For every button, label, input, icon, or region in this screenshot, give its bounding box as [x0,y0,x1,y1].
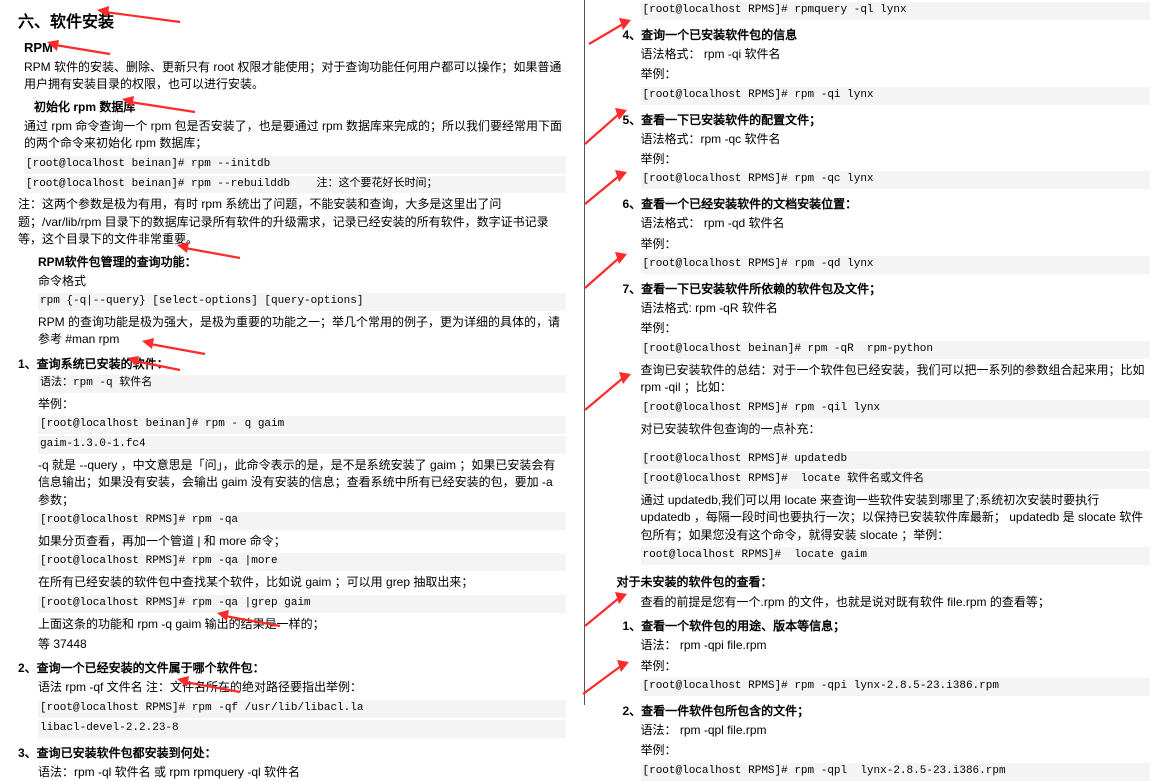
code-qc: [root@localhost RPMS]# rpm -qc lynx [641,171,1151,189]
item2-syntax: 语法 rpm -qf 文件名 注：文件名所在的绝对路径要指出举例： [38,679,566,696]
arrow-icon [579,108,629,148]
item1-syntax: 语法：rpm -q 软件名 [38,375,566,393]
arrow-icon [579,252,629,292]
item5-syntax: 语法格式：rpm -qc 软件名 [641,131,1151,148]
code-libacl: libacl-devel-2.2.23-8 [38,720,566,738]
item3-syntax: 语法：rpm -ql 软件名 或 rpm rpmquery -ql 软件名 [38,764,566,781]
item3-heading: 3、查询已安装软件包都安装到何处： [18,744,566,761]
unitem2-eg: 举例： [641,742,1151,759]
arrow-icon [577,660,631,698]
item5-heading: 5、查看一下已安装软件的配置文件； [623,111,1151,128]
item4-heading: 4、查询一个已安装软件包的信息 [623,26,1151,43]
item1-note2: 如果分页查看，再加一个管道 | 和 more 命令； [38,533,566,550]
item1-note: -q 就是 --query ，中文意思是「问」，此命令表示的是，是不是系统安装了… [38,457,566,509]
arrow-icon [579,170,629,208]
query-note: RPM 的查询功能是极为强大，是极为重要的功能之一；举几个常用的例子，更为详细的… [38,314,566,349]
page-columns: 六、软件安装 RPM RPM 软件的安装、删除、更新只有 root 权限才能使用… [0,0,1168,705]
arrow-icon [579,592,629,630]
init-db-heading: 初始化 rpm 数据库 [34,98,566,115]
code-initdb: [root@localhost beinan]# rpm --initdb [24,156,566,174]
unitem1-eg: 举例： [641,658,1151,675]
code-rpmquery-ql: [root@localhost RPMS]# rpmquery -ql lynx [641,2,1151,20]
init-db-note: 注：这两个参数是极为有用，有时 rpm 系统出了问题，不能安装和查询，大多是这里… [18,196,566,248]
item4-syntax: 语法格式： rpm -qi 软件名 [641,46,1151,63]
code-locate-fmt: [root@localhost RPMS]# locate 软件名或文件名 [641,471,1151,489]
code-qR: [root@localhost beinan]# rpm -qR rpm-pyt… [641,341,1151,359]
code-rebuilddb: [root@localhost beinan]# rpm --rebuilddb… [24,176,566,194]
code-qa: [root@localhost RPMS]# rpm -qa [38,512,566,530]
item1-note4: 上面这条的功能和 rpm -q gaim 输出的结果是一样的； [38,616,566,633]
uninstalled-note: 查看的前提是您有一个.rpm 的文件，也就是说对既有软件 file.rpm 的查… [641,594,1151,611]
item4-eg: 举例： [641,66,1151,83]
item6-syntax: 语法格式： rpm -qd 软件名 [641,215,1151,232]
code-qpi: [root@localhost RPMS]# rpm -qpi lynx-2.8… [641,678,1151,696]
code-qa-grep: [root@localhost RPMS]# rpm -qa |grep gai… [38,595,566,613]
uninstalled-heading: 对于未安装的软件包的查看： [617,573,1151,590]
item2-heading: 2、查询一个已经安装的文件属于哪个软件包： [18,659,566,676]
item7-eg: 举例： [641,320,1151,337]
item7-syntax: 语法格式: rpm -qR 软件名 [641,300,1151,317]
query-fmt-label: 命令格式 [38,273,566,290]
code-qil: [root@localhost RPMS]# rpm -qil lynx [641,400,1151,418]
item1-heading: 1、查询系统已安装的软件： [18,355,566,372]
unitem1-heading: 1、查看一个软件包的用途、版本等信息； [623,617,1151,634]
item6-heading: 6、查看一个已经安装软件的文档安装位置： [623,195,1151,212]
item6-eg: 举例： [641,236,1151,253]
code-updatedb: [root@localhost RPMS]# updatedb [641,451,1151,469]
code-qd: [root@localhost RPMS]# rpm -qd lynx [641,256,1151,274]
item1-note5: 等 37448 [38,636,566,653]
code-qf: [root@localhost RPMS]# rpm -qf /usr/lib/… [38,700,566,718]
item7-note3: 通过 updatedb,我们可以用 locate 来查询一些软件安装到哪里了;系… [641,492,1151,544]
init-db-text: 通过 rpm 命令查询一个 rpm 包是否安装了，也是要通过 rpm 数据库来完… [24,118,566,153]
unitem1-syntax: 语法： rpm -qpi file.rpm [641,637,1151,654]
rpm-heading: RPM [24,40,566,55]
item7-note: 查询已安装软件的总结：对于一个软件包已经安装，我们可以把一系列的参数组合起来用；… [641,362,1151,397]
code-qi: [root@localhost RPMS]# rpm -qi lynx [641,87,1151,105]
item7-note2: 对已安装软件包查询的一点补充： [641,421,1151,438]
code-gaim-ver: gaim-1.3.0-1.fc4 [38,436,566,454]
section-title: 六、软件安装 [18,8,566,32]
arrow-icon [579,372,633,414]
query-heading: RPM软件包管理的查询功能： [38,253,566,270]
rpm-intro: RPM 软件的安装、删除、更新只有 root 权限才能使用；对于查询功能任何用户… [24,59,566,94]
item7-heading: 7、查看一下已安装软件所依赖的软件包及文件； [623,280,1151,297]
left-column: 六、软件安装 RPM RPM 软件的安装、删除、更新只有 root 权限才能使用… [0,0,584,705]
right-column: [root@localhost RPMS]# rpmquery -ql lynx… [585,0,1168,705]
item5-eg: 举例： [641,151,1151,168]
code-query-fmt: rpm {-q|--query} [select-options] [query… [38,293,566,311]
code-qa-more: [root@localhost RPMS]# rpm -qa |more [38,553,566,571]
item1-note3: 在所有已经安装的软件包中查找某个软件，比如说 gaim ；可以用 grep 抽取… [38,574,566,591]
code-qpl: [root@localhost RPMS]# rpm -qpl lynx-2.8… [641,763,1151,781]
item1-eg-label: 举例： [38,396,566,413]
code-locate-gaim: root@localhost RPMS]# locate gaim [641,547,1151,565]
code-q-gaim: [root@localhost beinan]# rpm - q gaim [38,416,566,434]
unitem2-syntax: 语法： rpm -qpl file.rpm [641,722,1151,739]
